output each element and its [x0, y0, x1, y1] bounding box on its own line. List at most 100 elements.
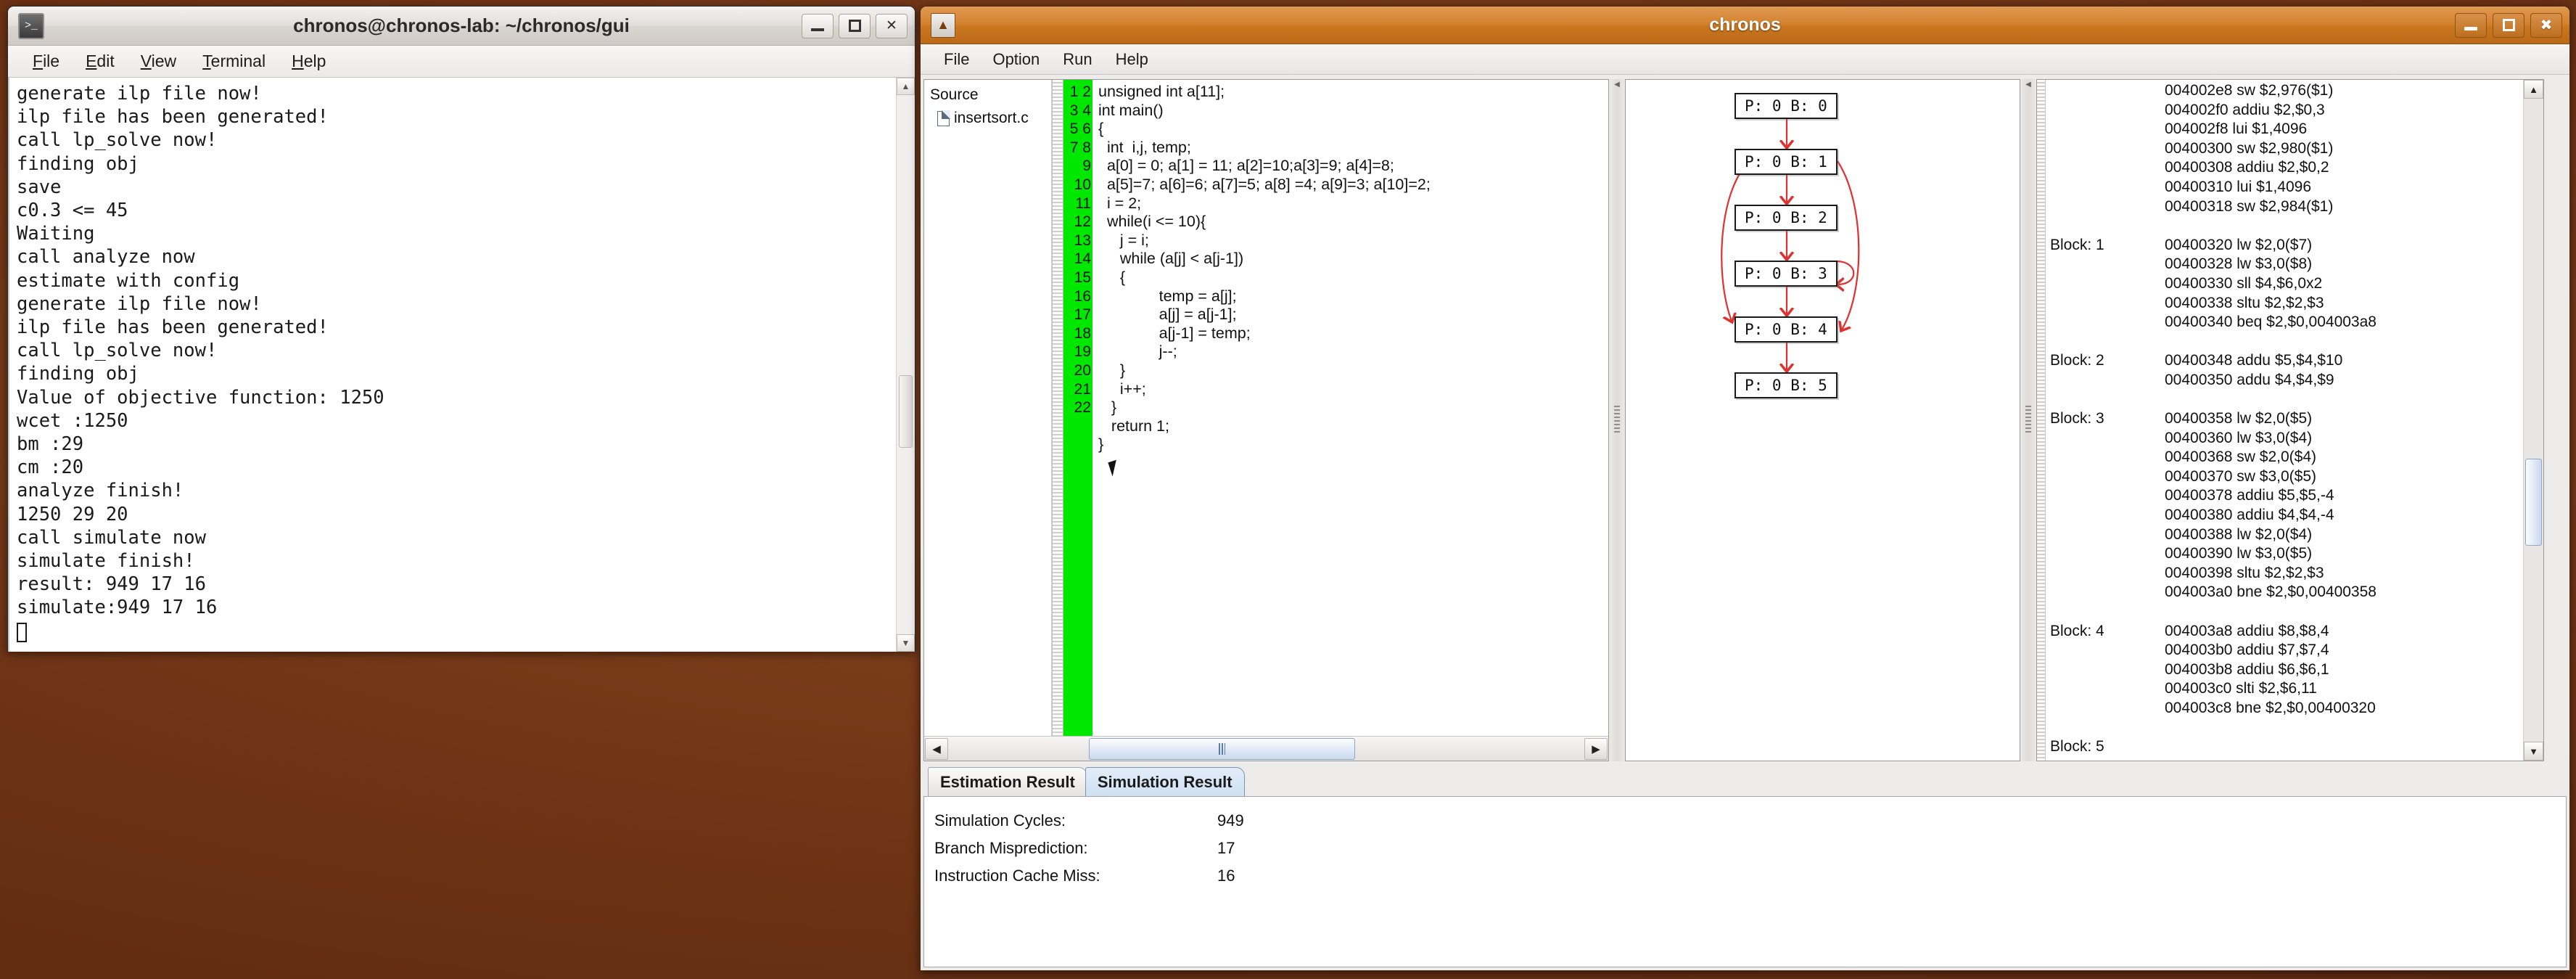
maximize-icon: [848, 20, 861, 32]
splitter-collapse-icon[interactable]: ◀: [1614, 81, 1620, 89]
grip-icon: [1218, 742, 1225, 755]
cfg-canvas[interactable]: P: 0 B: 0 P: 0 B: 1 P: 0 B: 2 P: 0 B: 3 P: 0…: [1626, 80, 2020, 761]
scroll-up-icon[interactable]: ▲: [2524, 80, 2543, 99]
terminal-body[interactable]: generate ilp file now! ilp file has been…: [8, 78, 915, 652]
assembly-instructions[interactable]: 004002e8 sw $2,976($1) 004002f0 addiu $2…: [2162, 81, 2523, 761]
scroll-left-icon[interactable]: ◀: [925, 737, 948, 760]
source-splitter-handle[interactable]: [1052, 80, 1063, 736]
menu-item-run[interactable]: Run: [1051, 48, 1103, 71]
minimize-button[interactable]: [2455, 12, 2487, 38]
source-tree[interactable]: Source insertsort.c: [924, 80, 1052, 736]
scroll-right-icon[interactable]: ▶: [1584, 737, 1608, 760]
file-icon: [937, 110, 950, 126]
menu-item-file[interactable]: File: [20, 49, 73, 74]
menu-item-file[interactable]: File: [932, 48, 981, 71]
terminal-title: chronos@chronos-lab: ~/chronos/gui: [293, 15, 630, 36]
result-row: Branch Misprediction: 17: [934, 835, 2566, 862]
result-value-instruction-cache-miss: 16: [1217, 867, 1235, 885]
scrollbar-thumb[interactable]: [899, 375, 913, 448]
scroll-down-icon[interactable]: ▼: [2524, 742, 2543, 761]
terminal-menubar: File Edit View Terminal Help: [8, 46, 915, 78]
assembly-panel[interactable]: Block: 1 Block: 2 Block: 3 Block: 4 Bloc…: [2036, 79, 2544, 761]
close-icon: ✕: [886, 18, 897, 33]
terminal-icon: >_: [18, 12, 44, 39]
chronos-window-controls: ✖: [2455, 12, 2562, 38]
cfg-node-0[interactable]: P: 0 B: 0: [1735, 93, 1838, 119]
minimize-icon: [2464, 26, 2477, 30]
grip-icon: [1614, 406, 1620, 435]
cfg-node-2[interactable]: P: 0 B: 2: [1735, 205, 1838, 231]
results-panel: Simulation Cycles: 949 Branch Mispredict…: [923, 796, 2567, 967]
terminal-window-controls: ✕: [802, 13, 908, 38]
pane-splitter-1[interactable]: ◀: [1609, 79, 1625, 761]
close-button[interactable]: ✕: [876, 13, 908, 38]
source-tree-root-label: Source: [930, 86, 979, 103]
mouse-cursor-icon: [1108, 458, 1126, 477]
assembly-vertical-scrollbar[interactable]: ▲ ▼: [2523, 80, 2543, 761]
result-row: Instruction Cache Miss: 16: [934, 862, 2566, 890]
close-button[interactable]: ✖: [2530, 12, 2562, 38]
chronos-titlebar[interactable]: ▲ chronos ✖: [921, 7, 2569, 44]
result-label-simulation-cycles: Simulation Cycles:: [934, 811, 1066, 830]
code-editor[interactable]: 1 2 3 4 5 6 7 8 9 10 11 12 13 14 15 16 1…: [1063, 80, 1608, 736]
menu-item-edit[interactable]: Edit: [73, 49, 128, 74]
minimize-button[interactable]: [802, 13, 834, 38]
panes-row: Source insertsort.c 1 2 3 4 5 6 7 8 9 10…: [923, 79, 2567, 761]
assembly-splitter-handle[interactable]: [2037, 80, 2046, 761]
menu-item-view[interactable]: View: [128, 49, 189, 74]
hscroll-track[interactable]: [949, 737, 1584, 760]
tab-simulation-result[interactable]: Simulation Result: [1085, 767, 1245, 796]
cfg-panel[interactable]: P: 0 B: 0 P: 0 B: 1 P: 0 B: 2 P: 0 B: 3 P: 0…: [1625, 79, 2020, 761]
assembly-body[interactable]: Block: 1 Block: 2 Block: 3 Block: 4 Bloc…: [2037, 80, 2543, 761]
cfg-edges: [1721, 117, 1860, 761]
menu-item-terminal[interactable]: Terminal: [189, 49, 279, 74]
cfg-node-3[interactable]: P: 0 B: 3: [1735, 261, 1838, 287]
menu-item-help[interactable]: Help: [1104, 48, 1160, 71]
terminal-cursor: [17, 622, 27, 642]
hscroll-thumb[interactable]: [1088, 737, 1355, 760]
menu-item-help[interactable]: Help: [279, 49, 339, 74]
maximize-button[interactable]: [2493, 12, 2524, 38]
code-content[interactable]: unsigned int a[11]; int main() { int i,j…: [1092, 80, 1608, 736]
chronos-app-icon: ▲: [931, 12, 955, 38]
pane-splitter-2[interactable]: ◀: [2020, 79, 2036, 761]
result-label-branch-misprediction: Branch Misprediction:: [934, 839, 1088, 857]
scroll-down-icon[interactable]: ▼: [897, 634, 915, 652]
chronos-menubar: File Option Run Help: [921, 44, 2569, 75]
result-value-simulation-cycles: 949: [1217, 811, 1244, 830]
maximize-icon: [2502, 19, 2515, 31]
result-value-branch-misprediction: 17: [1217, 839, 1235, 857]
line-number-gutter: 1 2 3 4 5 6 7 8 9 10 11 12 13 14 15 16 1…: [1063, 80, 1092, 736]
source-horizontal-scrollbar[interactable]: ◀ ▶: [924, 736, 1608, 761]
maximize-button[interactable]: [839, 13, 871, 38]
cfg-node-5[interactable]: P: 0 B: 5: [1735, 372, 1838, 398]
source-tree-file-item[interactable]: insertsort.c: [927, 106, 1051, 131]
scrollbar-track[interactable]: [897, 95, 915, 634]
chronos-window[interactable]: ▲ chronos ✖ File Option Run Help Source …: [920, 6, 2570, 971]
splitter-collapse-icon[interactable]: ◀: [2025, 81, 2031, 89]
vscroll-thumb[interactable]: [2525, 459, 2542, 546]
assembly-block-labels: Block: 1 Block: 2 Block: 3 Block: 4 Bloc…: [2050, 236, 2104, 755]
cfg-node-1[interactable]: P: 0 B: 1: [1735, 149, 1838, 175]
terminal-output[interactable]: generate ilp file now! ilp file has been…: [9, 78, 896, 652]
results-tabs: Estimation Result Simulation Result: [923, 767, 2567, 796]
chronos-main-area: Source insertsort.c 1 2 3 4 5 6 7 8 9 10…: [921, 75, 2569, 970]
results-section: Estimation Result Simulation Result Simu…: [923, 767, 2567, 967]
terminal-scrollbar[interactable]: ▲ ▼: [896, 78, 915, 652]
source-panel-inner: Source insertsort.c 1 2 3 4 5 6 7 8 9 10…: [924, 80, 1608, 736]
menu-item-option[interactable]: Option: [981, 48, 1051, 71]
tab-estimation-result[interactable]: Estimation Result: [928, 767, 1087, 796]
grip-icon: [2025, 406, 2031, 435]
scroll-up-icon[interactable]: ▲: [897, 78, 915, 95]
terminal-window[interactable]: >_ chronos@chronos-lab: ~/chronos/gui ✕ …: [7, 6, 915, 652]
source-panel[interactable]: Source insertsort.c 1 2 3 4 5 6 7 8 9 10…: [923, 79, 1609, 761]
close-icon: ✖: [2540, 17, 2553, 33]
source-file-label: insertsort.c: [954, 110, 1029, 126]
vscroll-track[interactable]: [2524, 99, 2543, 742]
cfg-node-4[interactable]: P: 0 B: 4: [1735, 316, 1838, 343]
assembly-scroll-inner[interactable]: Block: 1 Block: 2 Block: 3 Block: 4 Bloc…: [2046, 80, 2523, 761]
result-row: Simulation Cycles: 949: [934, 807, 2566, 835]
result-label-instruction-cache-miss: Instruction Cache Miss:: [934, 867, 1100, 885]
terminal-titlebar[interactable]: >_ chronos@chronos-lab: ~/chronos/gui ✕: [8, 7, 915, 46]
chronos-title: chronos: [1709, 15, 1781, 35]
